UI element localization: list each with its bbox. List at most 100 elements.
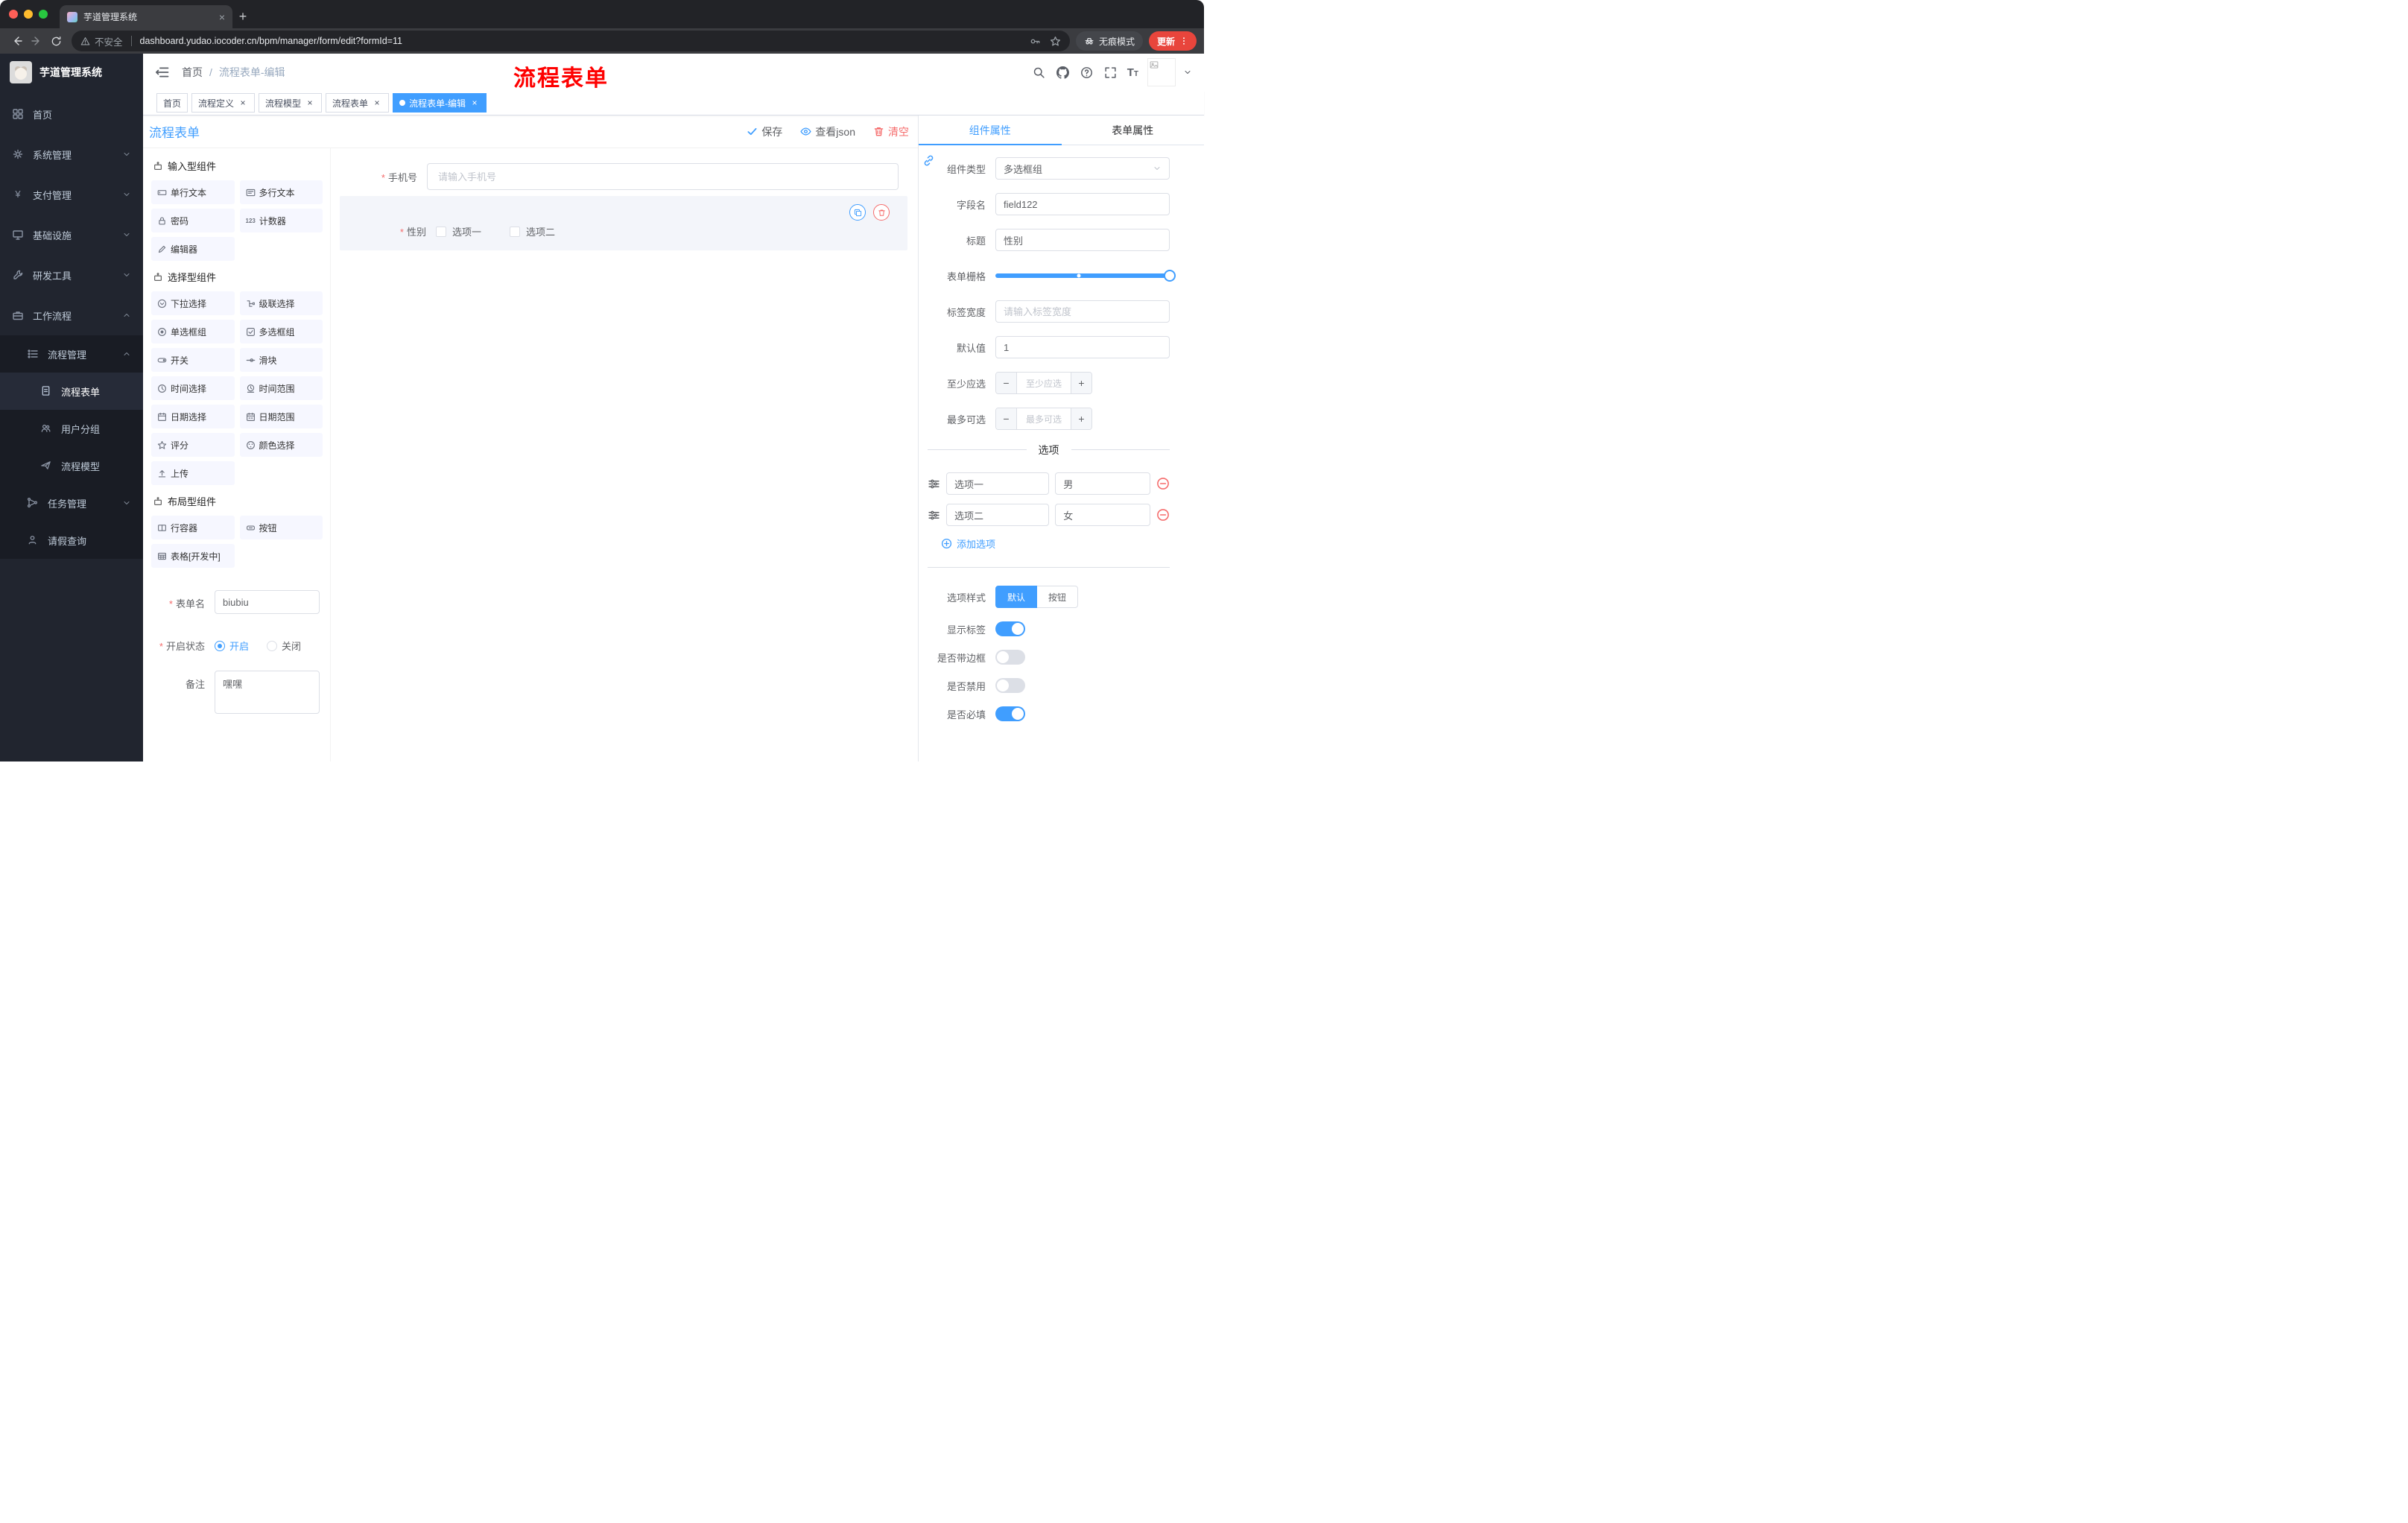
stepper-increase-button[interactable]: + bbox=[1071, 408, 1091, 429]
tab-form-props[interactable]: 表单属性 bbox=[1062, 115, 1205, 145]
tag-home[interactable]: 首页 bbox=[156, 93, 188, 113]
help-icon[interactable] bbox=[1080, 65, 1094, 80]
option-1-value-input[interactable] bbox=[1055, 472, 1150, 495]
sidebar-item-home[interactable]: 首页 bbox=[0, 94, 143, 134]
component-item-rate[interactable]: 评分 bbox=[151, 433, 235, 457]
component-item-date-picker[interactable]: 日期选择 bbox=[151, 405, 235, 428]
style-button-button[interactable]: 按钮 bbox=[1037, 586, 1079, 608]
style-default-button[interactable]: 默认 bbox=[995, 586, 1038, 608]
drag-handle-icon[interactable] bbox=[928, 509, 940, 522]
chain-link-icon[interactable] bbox=[922, 154, 935, 167]
component-item-date-range[interactable]: 日期范围 bbox=[239, 405, 323, 428]
sidebar-item-process-model[interactable]: 流程模型 bbox=[0, 447, 143, 484]
min-select-value[interactable]: 至少应选 bbox=[1017, 373, 1071, 393]
slider-handle[interactable] bbox=[1164, 270, 1176, 282]
component-item-multi-text[interactable]: 多行文本 bbox=[239, 180, 323, 204]
option-2-value-input[interactable] bbox=[1055, 504, 1150, 526]
sidebar-item-devtools[interactable]: 研发工具 bbox=[0, 255, 143, 295]
tag-close-icon[interactable]: × bbox=[469, 98, 480, 108]
avatar-caret-icon[interactable] bbox=[1183, 68, 1192, 77]
gender-option-1-checkbox[interactable]: 选项一 bbox=[436, 224, 481, 238]
disabled-switch[interactable] bbox=[995, 678, 1025, 693]
github-icon[interactable] bbox=[1056, 65, 1071, 80]
tag-process-form-edit[interactable]: 流程表单-编辑 × bbox=[393, 93, 487, 113]
delete-field-icon[interactable] bbox=[873, 204, 890, 221]
tag-process-form[interactable]: 流程表单 × bbox=[326, 93, 390, 113]
phone-field-input[interactable] bbox=[427, 163, 899, 190]
tag-close-icon[interactable]: × bbox=[238, 98, 248, 108]
component-item-color-picker[interactable]: 颜色选择 bbox=[239, 433, 323, 457]
component-type-select[interactable]: 多选框组 bbox=[995, 157, 1170, 180]
tag-process-model[interactable]: 流程模型 × bbox=[259, 93, 323, 113]
canvas-field-phone[interactable]: 手机号 bbox=[340, 163, 907, 190]
show-label-switch[interactable] bbox=[995, 621, 1025, 636]
component-item-select[interactable]: 下拉选择 bbox=[151, 291, 235, 315]
gender-option-2-checkbox[interactable]: 选项二 bbox=[510, 224, 555, 238]
sidebar-item-leave-query[interactable]: 请假查询 bbox=[0, 522, 143, 559]
remove-option-icon[interactable] bbox=[1156, 477, 1170, 490]
add-option-button[interactable]: 添加选项 bbox=[941, 536, 1170, 551]
forward-icon[interactable] bbox=[27, 31, 46, 51]
max-select-value[interactable]: 最多可选 bbox=[1017, 408, 1071, 429]
field-name-input[interactable] bbox=[995, 193, 1170, 215]
title-input[interactable] bbox=[995, 229, 1170, 251]
label-width-input[interactable] bbox=[995, 300, 1170, 323]
url-text[interactable]: dashboard.yudao.iocoder.cn/bpm/manager/f… bbox=[140, 36, 402, 46]
view-json-button[interactable]: 查看json bbox=[800, 124, 855, 139]
address-bar[interactable]: 不安全 dashboard.yudao.iocoder.cn/bpm/manag… bbox=[72, 31, 1070, 51]
breadcrumb-home[interactable]: 首页 bbox=[182, 65, 203, 80]
tab-close-icon[interactable]: × bbox=[219, 12, 225, 22]
grid-slider[interactable] bbox=[995, 265, 1176, 287]
font-size-icon[interactable]: TT bbox=[1127, 66, 1138, 79]
form-name-input[interactable] bbox=[215, 590, 320, 614]
component-item-button[interactable]: 按钮 bbox=[239, 516, 323, 539]
component-item-slider[interactable]: 滑块 bbox=[239, 348, 323, 372]
component-item-password[interactable]: 密码 bbox=[151, 209, 235, 232]
option-2-name-input[interactable] bbox=[946, 504, 1050, 526]
component-item-single-text[interactable]: 单行文本 bbox=[151, 180, 235, 204]
remark-textarea[interactable]: 嘿嘿 bbox=[215, 671, 320, 714]
component-item-row-container[interactable]: 行容器 bbox=[151, 516, 235, 539]
sidebar-item-process-mgmt[interactable]: 流程管理 bbox=[0, 335, 143, 373]
browser-tab[interactable]: 芋道管理系统 × bbox=[60, 5, 232, 28]
required-switch[interactable] bbox=[995, 706, 1025, 721]
clear-button[interactable]: 清空 bbox=[873, 124, 909, 139]
sidebar-item-user-group[interactable]: 用户分组 bbox=[0, 410, 143, 447]
canvas-field-gender-selected[interactable]: 性别 选项一 选项二 bbox=[340, 196, 907, 250]
component-item-upload[interactable]: 上传 bbox=[151, 461, 235, 485]
zoom-window-button[interactable] bbox=[39, 10, 48, 19]
tab-component-props[interactable]: 组件属性 bbox=[919, 115, 1062, 145]
browser-menu-icon[interactable] bbox=[1179, 37, 1188, 45]
close-window-button[interactable] bbox=[9, 10, 18, 19]
component-item-time-picker[interactable]: 时间选择 bbox=[151, 376, 235, 400]
tag-close-icon[interactable]: × bbox=[305, 98, 315, 108]
update-button[interactable]: 更新 bbox=[1148, 31, 1197, 51]
component-item-counter[interactable]: 123 计数器 bbox=[239, 209, 323, 232]
option-1-name-input[interactable] bbox=[946, 472, 1050, 495]
bookmark-star-icon[interactable] bbox=[1050, 36, 1061, 47]
sidebar-item-infra[interactable]: 基础设施 bbox=[0, 215, 143, 255]
component-item-editor[interactable]: 编辑器 bbox=[151, 237, 235, 261]
status-radio-on[interactable]: 开启 bbox=[215, 639, 249, 653]
key-icon[interactable] bbox=[1030, 36, 1041, 47]
border-switch[interactable] bbox=[995, 650, 1025, 665]
save-button[interactable]: 保存 bbox=[747, 124, 782, 139]
stepper-increase-button[interactable]: + bbox=[1071, 373, 1091, 393]
status-radio-off[interactable]: 关闭 bbox=[267, 639, 301, 653]
search-icon[interactable] bbox=[1032, 65, 1047, 80]
sidebar-item-system[interactable]: 系统管理 bbox=[0, 134, 143, 174]
remove-option-icon[interactable] bbox=[1156, 508, 1170, 522]
component-item-switch[interactable]: 开关 bbox=[151, 348, 235, 372]
component-item-table[interactable]: 表格[开发中] bbox=[151, 544, 235, 568]
copy-field-icon[interactable] bbox=[849, 204, 866, 221]
tag-process-definition[interactable]: 流程定义 × bbox=[191, 93, 256, 113]
component-item-checkbox-group[interactable]: 多选框组 bbox=[239, 320, 323, 343]
component-item-time-range[interactable]: 时间范围 bbox=[239, 376, 323, 400]
tag-close-icon[interactable]: × bbox=[372, 98, 382, 108]
minimize-window-button[interactable] bbox=[24, 10, 33, 19]
back-icon[interactable] bbox=[7, 31, 27, 51]
security-label[interactable]: 不安全 bbox=[95, 34, 123, 48]
component-item-cascader[interactable]: 级联选择 bbox=[239, 291, 323, 315]
hamburger-icon[interactable] bbox=[155, 65, 170, 80]
reload-icon[interactable] bbox=[46, 31, 66, 51]
